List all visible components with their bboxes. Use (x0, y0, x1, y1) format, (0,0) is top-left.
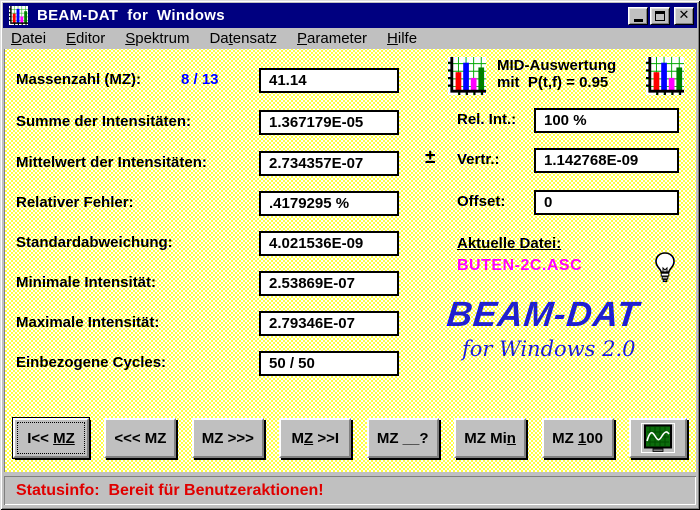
mid-auswertung-text: MID-Auswertung mit P(t,f) = 0.95 (497, 57, 617, 91)
menu-spektrum[interactable]: Spektrum (125, 30, 189, 47)
app-window: BEAM-DAT for Windows ✕ Datei Editor Spek… (0, 0, 700, 510)
mz-first-button[interactable]: I<< MZ (13, 418, 89, 458)
summe-field[interactable]: 1.367179E-05 (259, 110, 399, 135)
aktuelle-datei-label: Aktuelle Datei: (457, 235, 562, 252)
current-file-name: BUTEN-2C.ASC (457, 257, 583, 274)
mittelwert-field[interactable]: 2.734357E-07 (259, 151, 399, 176)
max-int-label: Maximale Intensität: (16, 314, 160, 331)
vertr-label: Vertr.: (457, 151, 500, 168)
mittelwert-label: Mittelwert der Intensitäten: (16, 154, 207, 171)
cycles-label: Einbezogene Cycles: (16, 354, 167, 371)
beam-dat-logo: BEAM-DAT (445, 295, 642, 334)
mid-bar-chart-icon-left (448, 57, 486, 95)
min-int-label: Minimale Intensität: (16, 274, 157, 291)
maximize-button[interactable] (650, 6, 670, 25)
massenzahl-field[interactable]: 41.14 (259, 68, 399, 93)
status-text: Statusinfo: Bereit für Benutzeraktionen! (16, 481, 324, 499)
summe-label: Summe der Intensitäten: (16, 113, 192, 130)
show-graph-button[interactable] (628, 418, 687, 458)
cycles-field[interactable]: 50 / 50 (259, 351, 399, 376)
offset-field[interactable]: 0 (534, 190, 679, 215)
mz-100-button[interactable]: MZ 1 00 (541, 418, 614, 458)
mz-back-button[interactable]: <<< MZ (104, 418, 177, 458)
menu-bar: Datei Editor Spektrum Datensatz Paramete… (3, 28, 697, 49)
app-bar-chart-icon (8, 5, 29, 26)
mz-button-row: I<< MZ <<< MZ MZ >>> MZ >>I MZ __? MZ Mi… (13, 418, 687, 462)
mz-forward-button[interactable]: MZ >>> (191, 418, 264, 458)
max-int-field[interactable]: 2.79346E-07 (259, 311, 399, 336)
menu-editor[interactable]: Editor (66, 30, 105, 47)
oscilloscope-icon (640, 423, 675, 453)
stdabw-field[interactable]: 4.021536E-09 (259, 231, 399, 256)
massenzahl-label: Massenzahl (MZ): (16, 71, 142, 88)
massenzahl-counter: 8 / 13 (181, 71, 219, 88)
rel-fehler-label: Relativer Fehler: (16, 194, 134, 211)
logo-subtitle: for Windows 2.0 (462, 337, 636, 361)
minimize-icon (633, 18, 643, 22)
vertr-field[interactable]: 1.142768E-09 (534, 148, 679, 173)
lightbulb-icon (655, 252, 675, 283)
mid-bar-chart-icon-right (646, 57, 684, 95)
menu-hilfe[interactable]: Hilfe (387, 30, 417, 47)
close-button[interactable]: ✕ (674, 6, 694, 25)
rel-fehler-field[interactable]: .4179295 % (259, 191, 399, 216)
main-panel: Massenzahl (MZ): 8 / 13 41.14 Summe der … (4, 49, 696, 472)
title-bar: BEAM-DAT for Windows ✕ (3, 3, 697, 28)
menu-parameter[interactable]: Parameter (297, 30, 367, 47)
close-icon: ✕ (678, 8, 690, 23)
plus-minus-sign: ± (425, 147, 436, 168)
rel-int-label: Rel. Int.: (457, 111, 517, 128)
maximize-icon (655, 10, 665, 21)
mz-query-button[interactable]: MZ __? (366, 418, 439, 458)
min-int-field[interactable]: 2.53869E-07 (259, 271, 399, 296)
offset-label: Offset: (457, 193, 506, 210)
status-bar: Statusinfo: Bereit für Benutzeraktionen! (4, 476, 696, 505)
rel-int-field[interactable]: 100 % (534, 108, 679, 133)
menu-datensatz[interactable]: Datensatz (209, 30, 277, 47)
mz-min-button[interactable]: MZ Mi n (454, 418, 527, 458)
mz-last-button[interactable]: MZ >>I (279, 418, 352, 458)
menu-datei[interactable]: Datei (11, 30, 46, 47)
window-title: BEAM-DAT for Windows (37, 7, 225, 24)
stdabw-label: Standardabweichung: (16, 234, 173, 251)
minimize-button[interactable] (628, 6, 648, 25)
